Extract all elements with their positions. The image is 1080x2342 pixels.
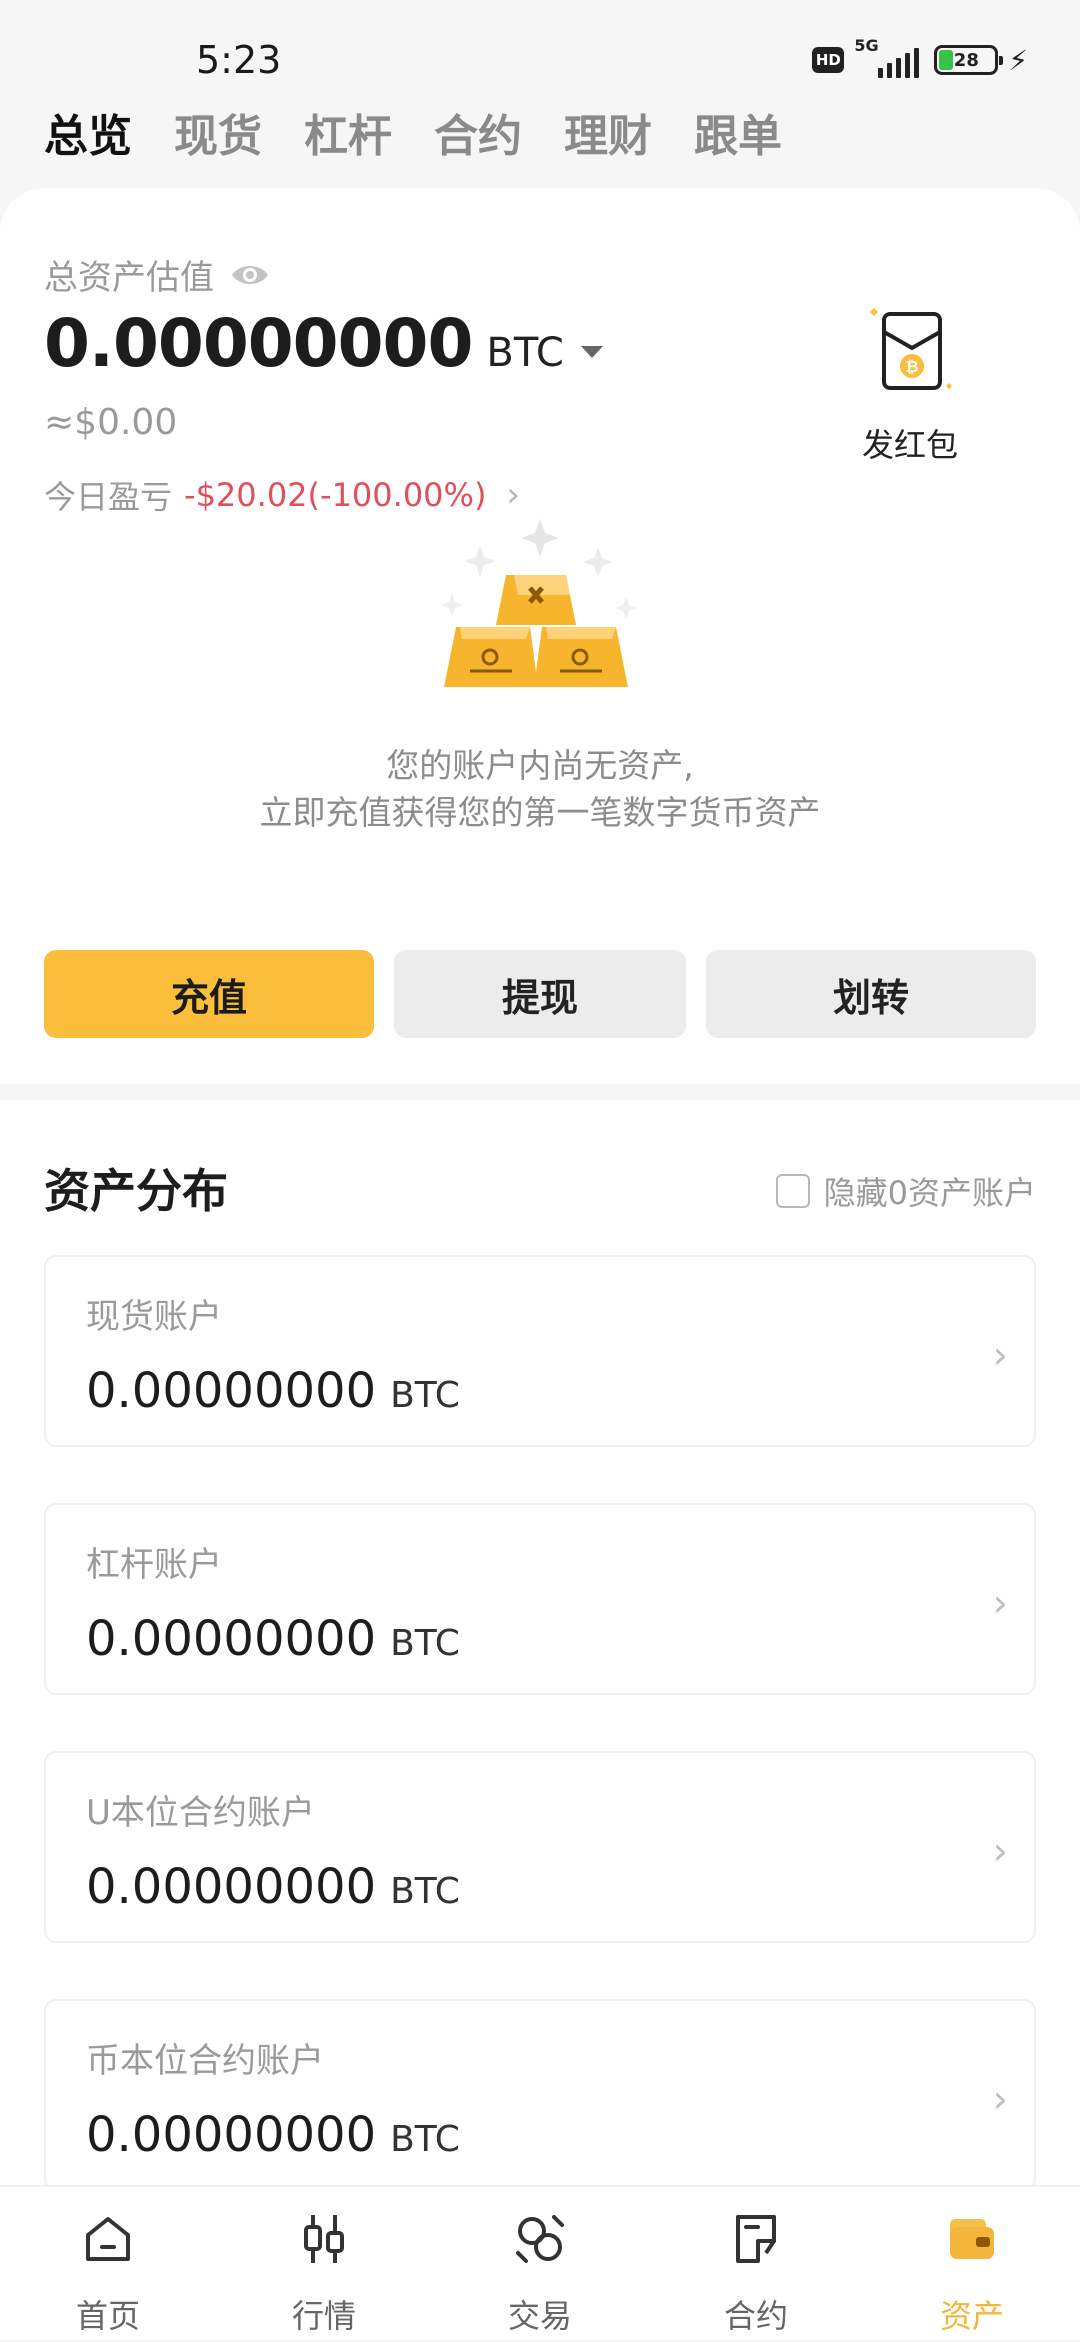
- tab-copy-trade[interactable]: 跟单: [694, 100, 782, 164]
- nav-label: 首页: [75, 2297, 140, 2335]
- pnl-value: -$20.02(-100.00%): [184, 476, 487, 514]
- nav-label: 合约: [723, 2297, 788, 2335]
- nav-label: 资产: [939, 2297, 1004, 2335]
- chevron-down-icon: [580, 346, 603, 358]
- battery-level: 28: [953, 49, 979, 71]
- deposit-button[interactable]: 充值: [44, 950, 374, 1038]
- withdraw-button[interactable]: 提现: [394, 950, 686, 1038]
- account-unit: BTC: [390, 1871, 460, 1912]
- pnl-label: 今日盈亏: [44, 478, 173, 516]
- account-name: 币本位合约账户: [86, 2041, 324, 2081]
- account-unit: BTC: [390, 1623, 460, 1664]
- chevron-right-icon: ›: [992, 1829, 1008, 1873]
- status-time: 5:23: [196, 38, 282, 82]
- chevron-right-icon: ›: [992, 1333, 1008, 1377]
- gold-bars-illustration: [440, 519, 637, 687]
- total-assets-label-row: 总资产估值: [44, 250, 270, 299]
- account-amount: 0.00000000: [86, 1859, 377, 1915]
- account-unit: BTC: [390, 2119, 460, 2160]
- tab-earn[interactable]: 理财: [564, 100, 652, 164]
- nav-markets[interactable]: 行情: [216, 2187, 432, 2342]
- red-packet-icon: ₿: [870, 308, 952, 390]
- network-type: 5G: [854, 36, 879, 55]
- empty-state-line2: 立即充值获得您的第一笔数字货币资产: [259, 793, 821, 832]
- wallet-icon: [950, 2219, 994, 2259]
- section-title: 资产分布: [44, 1164, 228, 1218]
- account-name: 现货账户: [86, 1297, 222, 1337]
- total-assets-label: 总资产估值: [44, 258, 214, 298]
- transfer-button[interactable]: 划转: [706, 950, 1036, 1038]
- chevron-right-icon: ›: [992, 1581, 1008, 1625]
- hide-zero-label: 隐藏0资产账户: [823, 1174, 1036, 1212]
- today-pnl-row[interactable]: 今日盈亏 -$20.02(-100.00%) ›: [44, 472, 520, 518]
- tab-contract[interactable]: 合约: [434, 100, 522, 164]
- account-card-coin-futures[interactable]: 币本位合约账户 0.00000000 BTC ›: [44, 1999, 1036, 2191]
- candlestick-icon: [304, 2215, 344, 2263]
- battery-icon: 28: [934, 45, 1004, 75]
- account-balance: 0.00000000 BTC: [86, 2107, 460, 2163]
- tab-spot[interactable]: 现货: [174, 100, 262, 164]
- signal-icon: 5G: [854, 36, 924, 80]
- account-card-usdt-futures[interactable]: U本位合约账户 0.00000000 BTC ›: [44, 1751, 1036, 1943]
- nav-contract[interactable]: 合约: [648, 2187, 864, 2342]
- tab-margin[interactable]: 杠杆: [304, 100, 392, 164]
- currency-selector[interactable]: BTC: [486, 330, 603, 376]
- status-icons: HD 5G 28 ⚡: [812, 36, 1028, 80]
- account-amount: 0.00000000: [86, 1363, 377, 1419]
- currency-unit: BTC: [486, 330, 564, 376]
- account-card-margin[interactable]: 杠杆账户 0.00000000 BTC ›: [44, 1503, 1036, 1695]
- nav-trade[interactable]: 交易: [432, 2187, 648, 2342]
- contract-icon: [736, 2215, 776, 2263]
- charging-icon: ⚡: [1008, 43, 1028, 77]
- exchange-icon: [516, 2215, 564, 2263]
- nav-assets[interactable]: 资产: [864, 2187, 1080, 2342]
- red-packet-button[interactable]: ₿ 发红包: [860, 300, 960, 464]
- account-amount: 0.00000000: [86, 1611, 377, 1667]
- account-name: U本位合约账户: [86, 1793, 315, 1833]
- total-balance: 0.00000000 BTC: [44, 305, 603, 382]
- hide-zero-toggle[interactable]: 隐藏0资产账户: [775, 1168, 1036, 1214]
- account-balance: 0.00000000 BTC: [86, 1363, 460, 1419]
- account-unit: BTC: [390, 1375, 460, 1416]
- nav-home[interactable]: 首页: [0, 2187, 216, 2342]
- bottom-nav: 首页 行情 交易 合约 资产: [0, 2185, 1080, 2340]
- account-name: 杠杆账户: [86, 1545, 222, 1585]
- hd-badge: HD: [812, 47, 845, 73]
- tab-overview[interactable]: 总览: [44, 100, 132, 164]
- chevron-right-icon: ›: [992, 2077, 1008, 2121]
- home-icon: [86, 2217, 130, 2261]
- eye-icon[interactable]: [230, 261, 270, 289]
- balance-amount: 0.00000000: [44, 305, 473, 382]
- nav-label: 行情: [291, 2297, 356, 2335]
- account-balance: 0.00000000 BTC: [86, 1859, 460, 1915]
- asset-tabs: 总览 现货 杠杆 合约 理财 跟单: [44, 100, 782, 164]
- account-balance: 0.00000000 BTC: [86, 1611, 460, 1667]
- red-packet-label: 发红包: [861, 426, 958, 464]
- nav-label: 交易: [507, 2297, 572, 2335]
- account-amount: 0.00000000: [86, 2107, 377, 2163]
- usd-estimate: ≈$0.00: [44, 402, 178, 443]
- empty-state-message: 您的账户内尚无资产, 立即充值获得您的第一笔数字货币资产: [0, 742, 1080, 836]
- hide-zero-checkbox[interactable]: [775, 1174, 810, 1208]
- account-card-spot[interactable]: 现货账户 0.00000000 BTC ›: [44, 1255, 1036, 1447]
- chevron-right-icon: ›: [506, 475, 521, 515]
- empty-state-line1: 您的账户内尚无资产,: [386, 746, 694, 785]
- svg-text:₿: ₿: [905, 357, 918, 376]
